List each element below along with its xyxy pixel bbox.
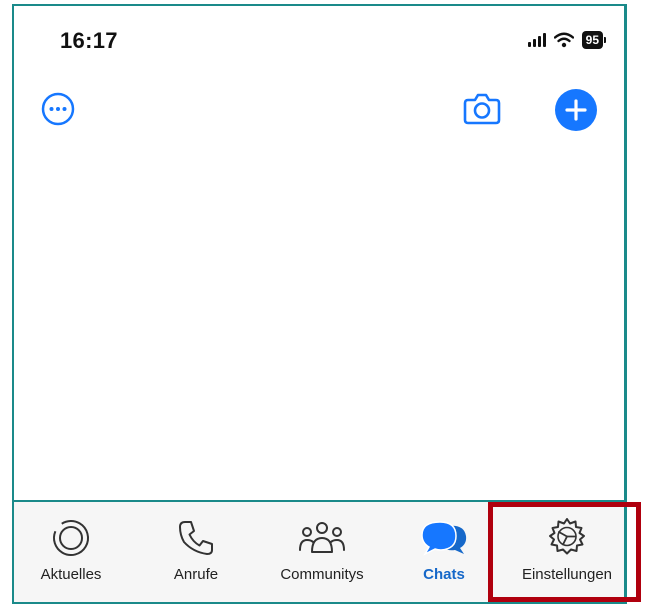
tab-anrufe[interactable]: Anrufe bbox=[151, 502, 241, 602]
community-icon bbox=[299, 522, 345, 553]
tab-communitys[interactable]: Communitys bbox=[262, 502, 382, 602]
more-options-button[interactable] bbox=[40, 91, 76, 127]
tab-label: Einstellungen bbox=[521, 566, 613, 583]
tab-label: Aktuelles bbox=[40, 566, 102, 583]
tab-label: Chats bbox=[423, 566, 465, 583]
battery-icon: 95 bbox=[581, 31, 606, 49]
status-bar: 16:17 95 bbox=[14, 6, 624, 66]
tab-einstellungen[interactable]: Einstellungen bbox=[507, 502, 624, 602]
ellipsis-circle-icon bbox=[41, 92, 75, 126]
status-icons: 95 bbox=[527, 30, 606, 50]
tab-aktuelles[interactable]: Aktuelles bbox=[26, 502, 116, 602]
camera-icon bbox=[463, 93, 501, 125]
phone-screen: 16:17 95 Aktuelles Anrufe Communitys Cha… bbox=[12, 4, 627, 604]
plus-icon bbox=[565, 99, 587, 121]
phone-icon bbox=[179, 521, 213, 555]
chat-bubbles-icon bbox=[421, 521, 467, 556]
new-chat-button[interactable] bbox=[555, 89, 597, 131]
tab-bar: Aktuelles Anrufe Communitys Chats Einste… bbox=[14, 500, 624, 602]
gear-icon bbox=[549, 518, 585, 555]
top-bar bbox=[14, 86, 624, 136]
battery-level: 95 bbox=[581, 31, 603, 49]
tab-label: Communitys bbox=[280, 566, 364, 583]
tab-label: Anrufe bbox=[173, 566, 219, 583]
camera-button[interactable] bbox=[462, 89, 502, 127]
chat-list-area bbox=[14, 146, 624, 498]
tab-chats[interactable]: Chats bbox=[399, 502, 489, 602]
signal-icon bbox=[527, 33, 546, 47]
status-icon bbox=[53, 519, 89, 556]
status-time: 16:17 bbox=[60, 28, 118, 53]
wifi-icon bbox=[553, 32, 574, 48]
